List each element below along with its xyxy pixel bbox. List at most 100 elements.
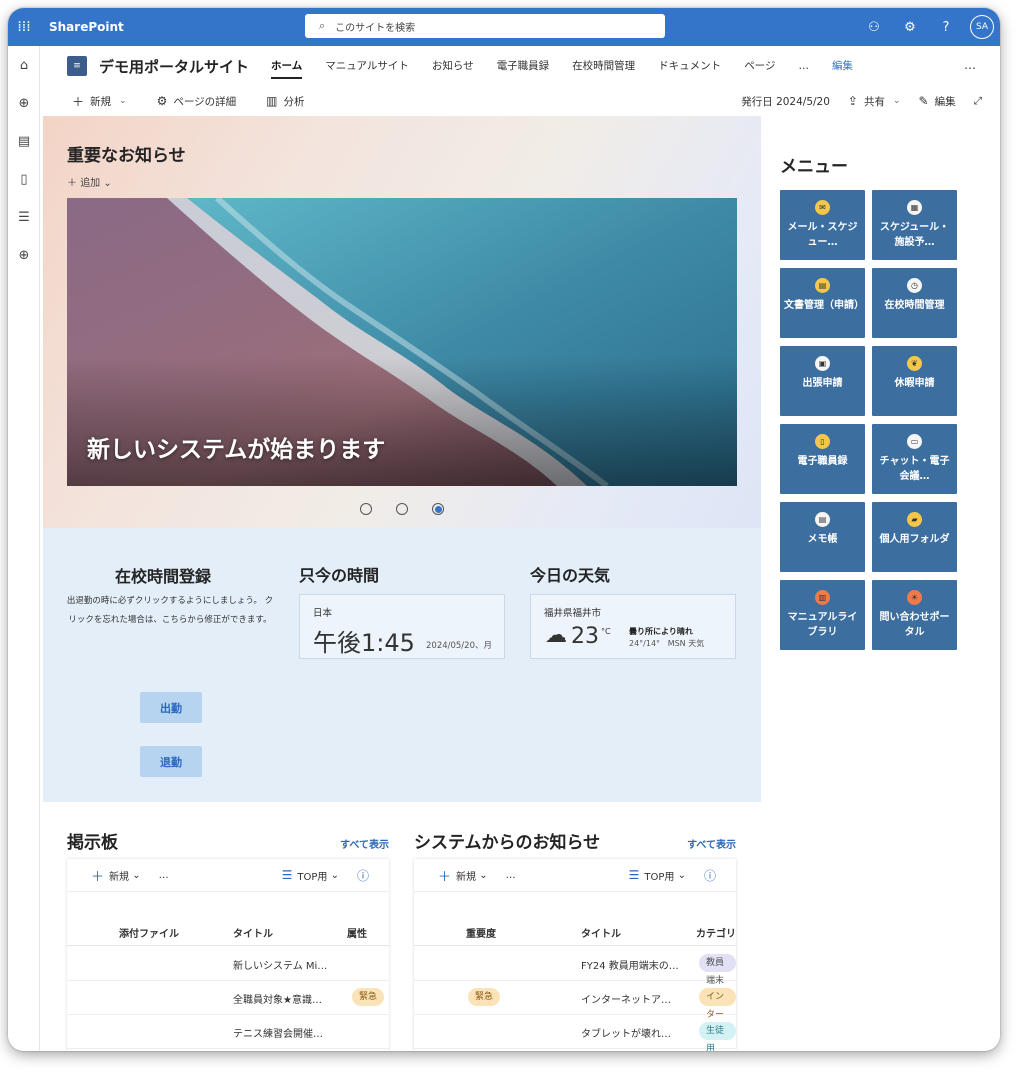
nav-more[interactable]: … [798, 46, 809, 86]
board-view-selector[interactable]: ☰ TOP用 ⌄ [282, 868, 339, 883]
share-button[interactable]: ⇪ 共有 ⌄ [848, 94, 901, 109]
menu-tiles: ✉ メール・スケジュー… ▦ スケジュール・施設予… ▤ 文書管理（申請） ◷ … [780, 190, 960, 650]
row-title[interactable]: 新しいシステム Mi… [233, 957, 327, 972]
tile-mail-schedule[interactable]: ✉ メール・スケジュー… [780, 190, 865, 260]
carousel-dot-2[interactable] [396, 503, 408, 515]
more-icon[interactable]: … [506, 870, 516, 881]
nav-documents[interactable]: ドキュメント [658, 46, 721, 86]
table-row[interactable]: テニス練習会開催… [67, 1015, 389, 1049]
tile-schedule-facility[interactable]: ▦ スケジュール・施設予… [872, 190, 957, 260]
col-attachment[interactable]: 添付ファイル [119, 925, 179, 940]
site-header: ≡ デモ用ポータルサイト ホーム マニュアルサイト お知らせ 電子職員録 在校時… [40, 46, 1000, 86]
avatar[interactable]: SA [970, 15, 994, 39]
plus-icon: ＋ [72, 94, 85, 109]
col-priority[interactable]: 重要度 [466, 925, 496, 940]
weather-card[interactable]: 福井県福井市 ☁ 23 °C 曇り所により晴れ 24°/14° MSN 天気 [530, 594, 736, 659]
tile-chat-meeting[interactable]: ▭ チャット・電子会議… [872, 424, 957, 494]
col-title[interactable]: タイトル [233, 925, 273, 940]
clock-time: 午後1:45 [313, 629, 415, 657]
expand-icon[interactable]: ⤢ [974, 95, 982, 108]
tile-time-management[interactable]: ◷ 在校時間管理 [872, 268, 957, 338]
info-icon[interactable]: ⓘ [704, 867, 716, 884]
clock-in-button[interactable]: 出勤 [140, 692, 202, 723]
globe-icon[interactable]: ⊕ [8, 84, 40, 122]
home-icon[interactable]: ⌂ [8, 46, 40, 84]
create-icon[interactable]: ⊕ [8, 236, 40, 274]
analytics-button[interactable]: ▥ 分析 [266, 94, 304, 109]
chat-icon: ▭ [907, 434, 922, 449]
nav-edit-link[interactable]: 編集 [832, 46, 853, 86]
system-view-selector[interactable]: ☰ TOP用 ⌄ [629, 868, 686, 883]
table-row[interactable]: 新しいシステム Mi… [67, 947, 389, 981]
row-title[interactable]: FY24 教員用端末の… [581, 957, 679, 972]
connections-icon[interactable]: ⚇ [856, 20, 892, 35]
tile-staff-directory[interactable]: ▯ 電子職員録 [780, 424, 865, 494]
file-icon[interactable]: ▯ [8, 160, 40, 198]
row-title[interactable]: タブレットが壊れ… [581, 1025, 671, 1040]
carousel-dot-3[interactable] [432, 503, 444, 515]
hero-carousel-image[interactable]: 新しいシステムが始まります [67, 198, 737, 486]
add-link[interactable]: ＋ 追加 ⌄ [67, 174, 112, 189]
news-icon[interactable]: ▤ [8, 122, 40, 160]
tile-personal-folder[interactable]: ▰ 個人用フォルダ [872, 502, 957, 572]
carousel-dot-1[interactable] [360, 503, 372, 515]
tile-leave-request[interactable]: ❦ 休暇申請 [872, 346, 957, 416]
help-icon[interactable]: ? [928, 20, 964, 35]
clock-out-button[interactable]: 退勤 [140, 746, 202, 777]
app-name[interactable]: SharePoint [49, 20, 124, 34]
info-icon[interactable]: ⓘ [357, 867, 369, 884]
col-attribute[interactable]: 属性 [347, 925, 367, 940]
tile-label: 出張申請 [802, 378, 843, 389]
nav-staff-directory[interactable]: 電子職員録 [497, 46, 550, 86]
more-options-icon[interactable]: … [964, 58, 976, 72]
row-title[interactable]: 全職員対象★意識… [233, 991, 322, 1006]
edit-button[interactable]: ✎ 編集 [919, 94, 956, 109]
tile-document-management[interactable]: ▤ 文書管理（申請） [780, 268, 865, 338]
new-label: 新規 [109, 871, 130, 883]
nav-time-management[interactable]: 在校時間管理 [572, 46, 635, 86]
weather-temp: 23 [571, 624, 599, 649]
tile-manual-library[interactable]: ▥ マニュアルライブラリ [780, 580, 865, 650]
new-button[interactable]: ＋ 新規 ⌄ [72, 93, 127, 110]
nav-pages[interactable]: ページ [744, 46, 775, 86]
system-new-button[interactable]: ＋新規 ⌄ [438, 866, 488, 885]
view-icon: ☰ [628, 868, 640, 882]
tile-business-trip[interactable]: ▣ 出張申請 [780, 346, 865, 416]
nav-home[interactable]: ホーム [271, 46, 303, 86]
board-new-button[interactable]: ＋新規 ⌄ [91, 866, 141, 885]
table-row[interactable]: 緊急 インターネットア… インター [414, 981, 736, 1020]
tile-inquiry-portal[interactable]: ☀ 問い合わせポータル [872, 580, 957, 650]
board-webpart: 掲示板 すべて表示 ＋新規 ⌄ … ☰ TOP用 ⌄ ⓘ 添付ファイル タイトル … [67, 802, 389, 1051]
table-row[interactable]: 全職員対象★意識… 緊急 [67, 981, 389, 1015]
gear-icon[interactable]: ⚙ [892, 20, 928, 35]
list-icon[interactable]: ☰ [8, 198, 40, 236]
hero-title: 重要なお知らせ [67, 146, 186, 166]
page-details-button[interactable]: ⚙ ページの詳細 [157, 94, 237, 109]
app-launcher-icon[interactable]: ⁞⁞⁞ [8, 8, 40, 46]
envelope-icon: ✉ [815, 200, 830, 215]
system-title: システムからのお知らせ [414, 833, 601, 853]
book-icon: ▥ [815, 590, 830, 605]
search-box[interactable]: ⌕ このサイトを検索 [305, 14, 665, 38]
table-row[interactable]: FY24 教員用端末の… 教員端末 [414, 947, 736, 986]
analytics-icon: ▥ [266, 94, 278, 108]
table-row[interactable]: タブレットが壊れ… 生徒用 [414, 1015, 736, 1051]
col-category[interactable]: カテゴリ [696, 925, 736, 940]
board-show-all-link[interactable]: すべて表示 [340, 836, 389, 851]
col-title[interactable]: タイトル [581, 925, 621, 940]
published-date: 発行日 2024/5/20 [741, 95, 830, 108]
tile-label: 休暇申請 [894, 378, 935, 389]
nav-manual-site[interactable]: マニュアルサイト [325, 46, 409, 86]
more-icon[interactable]: … [159, 870, 169, 881]
row-title[interactable]: インターネットア… [581, 991, 671, 1006]
nav-news[interactable]: お知らせ [432, 46, 474, 86]
site-logo-icon[interactable]: ≡ [67, 56, 87, 76]
tile-notepad[interactable]: ▤ メモ帳 [780, 502, 865, 572]
menu-panel: メニュー ✉ メール・スケジュー… ▦ スケジュール・施設予… ▤ 文書管理（申… [761, 116, 1000, 1051]
chevron-down-icon: ⌄ [119, 96, 127, 106]
site-title[interactable]: デモ用ポータルサイト [99, 56, 249, 77]
weather-range-source: 24°/14° MSN 天気 [629, 638, 704, 649]
row-title[interactable]: テニス練習会開催… [233, 1025, 323, 1040]
weather-unit: °C [601, 627, 611, 636]
system-show-all-link[interactable]: すべて表示 [687, 836, 736, 851]
